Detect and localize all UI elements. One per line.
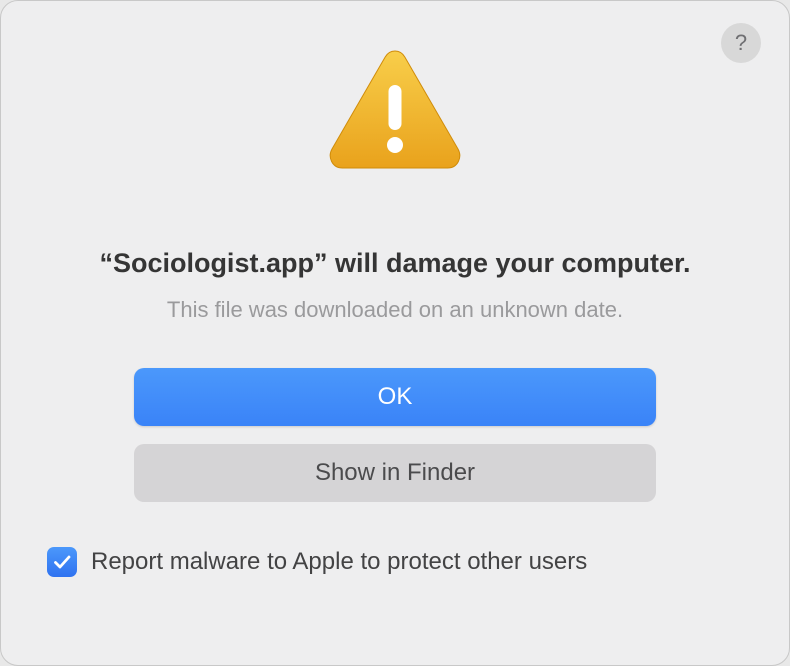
malware-warning-dialog: ? “Sociologist.app” will damage your com… [0,0,790,666]
button-stack: OK Show in Finder [134,368,656,502]
report-malware-checkbox[interactable] [47,547,77,577]
report-malware-label: Report malware to Apple to protect other… [91,548,587,576]
help-icon: ? [735,30,747,56]
ok-button[interactable]: OK [134,368,656,426]
report-malware-row: Report malware to Apple to protect other… [47,547,587,577]
warning-icon [325,45,465,178]
dialog-title: “Sociologist.app” will damage your compu… [99,248,690,279]
show-in-finder-button[interactable]: Show in Finder [134,444,656,502]
help-button[interactable]: ? [721,23,761,63]
dialog-subtitle: This file was downloaded on an unknown d… [167,297,623,323]
checkmark-icon [52,552,72,572]
